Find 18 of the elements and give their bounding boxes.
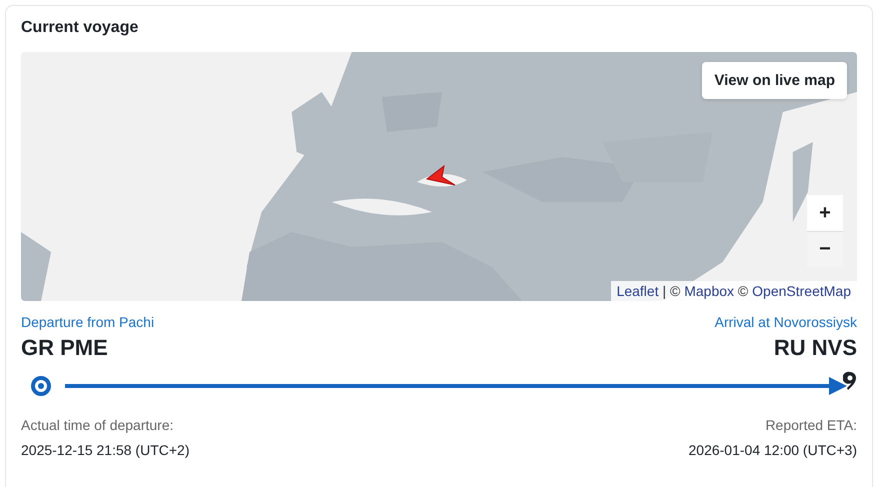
- attribution-text: | ©: [661, 283, 682, 299]
- attribution-link[interactable]: OpenStreetMap: [752, 283, 851, 299]
- departure-time: 2025-12-15 21:58 (UTC+2): [21, 442, 190, 458]
- origin-icon: [30, 375, 52, 397]
- arrival-label: Arrival at Novorossiysk: [714, 314, 857, 330]
- attribution-link[interactable]: Leaflet: [616, 283, 659, 299]
- departure-port-code: GR PME: [21, 335, 109, 361]
- eta-time: 2026-01-04 12:00 (UTC+3): [688, 442, 857, 458]
- view-live-map-button[interactable]: View on live map: [702, 62, 847, 99]
- card-title: Current voyage: [21, 19, 140, 38]
- departure-label: Departure from Pachi: [21, 314, 154, 330]
- attribution-link[interactable]: Mapbox: [684, 283, 734, 299]
- departure-time-label: Actual time of departure:: [21, 417, 175, 433]
- arrival-port-code: RU NVS: [774, 335, 857, 361]
- eta-label: Reported ETA:: [765, 417, 857, 433]
- attribution-text: ©: [736, 283, 750, 299]
- destination-pin-icon: [843, 371, 857, 391]
- zoom-in-button[interactable]: +: [807, 195, 843, 231]
